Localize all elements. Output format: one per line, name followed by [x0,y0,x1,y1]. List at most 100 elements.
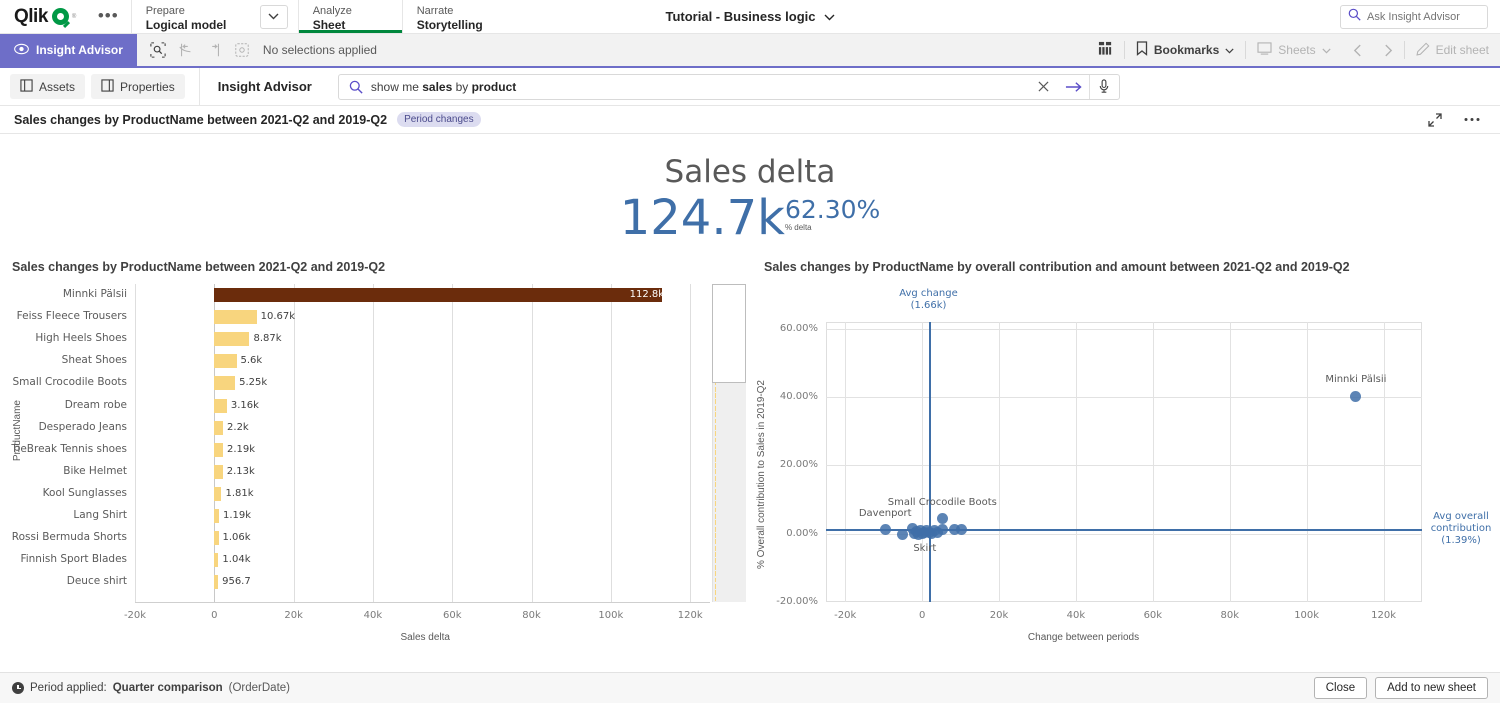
bar-category-label[interactable]: Rossi Bermuda Shorts [12,531,127,543]
nav-prepare-sup: Prepare [146,5,246,18]
clear-selections-icon[interactable] [229,37,255,63]
scrollbar-mini-bar [715,533,716,538]
nav-analyze-main: Sheet [313,18,384,32]
gridline [135,284,136,602]
scrollbar-mini-bar [715,552,716,557]
x-tick-label: 0 [211,610,217,621]
gridline [611,284,612,602]
arrow-right-icon[interactable] [1059,75,1089,99]
nav-section-prepare[interactable]: Prepare Logical model [132,2,250,32]
scatter-chart-panel: Sales changes by ProductName by overall … [752,260,1500,650]
bar-category-label[interactable]: Desperado Jeans [39,421,127,433]
properties-button[interactable]: Properties [91,74,185,99]
bar[interactable] [214,288,661,302]
bar-value-label: 1.04k [222,554,250,565]
bar-chart-scrollbar-thumb[interactable] [712,284,746,383]
bar-value-label: 5.6k [241,355,263,366]
selection-tool-icon[interactable] [145,37,171,63]
expand-icon[interactable] [1422,113,1448,127]
scatter-chart-plot[interactable]: -20.00%0.00%20.00%40.00%60.00%-20k020k40… [752,280,1500,650]
bar-category-label[interactable]: Sheat Shoes [62,354,127,366]
bar-chart-plot[interactable]: ProductName-20k020k40k60k80k100k120kSale… [0,280,752,650]
bar-value-label: 2.13k [227,466,255,477]
bar[interactable] [214,443,223,457]
bar-category-label[interactable]: Deuce shirt [67,575,127,587]
bar[interactable] [214,553,218,567]
bar-category-label[interactable]: Finnish Sport Blades [20,553,127,565]
edit-sheet-button[interactable]: Edit sheet [1405,34,1500,66]
scrollbar-mini-bar [715,495,716,500]
bar[interactable] [214,376,235,390]
nav-section-narrate[interactable]: Narrate Storytelling [402,0,506,33]
scrollbar-mini-bar [715,457,716,462]
assets-button[interactable]: Assets [10,74,85,99]
bar-category-label[interactable]: Small Crocodile Boots [13,376,127,388]
search-input[interactable] [1367,11,1480,23]
scrollbar-mini-bar [715,539,716,544]
natural-language-search-bar[interactable]: show me sales by product [338,74,1120,100]
clock-icon [12,682,24,694]
bar[interactable] [214,509,219,523]
step-forward-icon[interactable] [201,37,227,63]
gridline [1230,322,1231,602]
bar-value-label: 1.19k [223,510,251,521]
add-to-new-sheet-button[interactable]: Add to new sheet [1375,677,1488,699]
bar[interactable] [214,310,256,324]
bar-category-label[interactable]: High Heels Shoes [35,332,127,344]
close-icon[interactable] [1029,75,1059,99]
bar-value-label: 5.25k [239,377,267,388]
close-button[interactable]: Close [1314,677,1367,699]
bar-category-label[interactable]: Dream robe [65,399,127,411]
scatter-point[interactable] [937,524,948,535]
bar[interactable] [214,332,249,346]
sheet-grid-button[interactable] [1087,34,1124,66]
overflow-menu-icon[interactable]: ••• [86,0,131,33]
qlik-logo[interactable]: Qlik® [0,0,86,33]
scrollbar-mini-bar [715,399,716,404]
microphone-icon[interactable] [1089,75,1119,99]
scatter-point[interactable] [897,529,908,540]
bar[interactable] [214,354,236,368]
bookmarks-button[interactable]: Bookmarks [1125,34,1245,66]
more-options-icon[interactable] [1458,117,1486,122]
x-tick-label: 100k [1294,610,1319,621]
x-tick-label: 80k [522,610,541,621]
bar-category-label[interactable]: Minnki Pälsii [63,288,127,300]
bar-category-label[interactable]: Bike Helmet [63,465,127,477]
ask-insight-advisor-search[interactable] [1340,5,1488,29]
step-back-icon[interactable] [173,37,199,63]
bar[interactable] [214,487,221,501]
query-dimension: product [472,80,517,94]
sheets-chevron-down-icon [1322,43,1331,57]
query-measure: sales [422,80,452,94]
bar-category-label[interactable]: TieBreak Tennis shoes [11,443,127,455]
footer-buttons: Close Add to new sheet [1314,677,1488,699]
previous-sheet-button[interactable] [1342,34,1373,66]
scatter-point[interactable] [956,524,967,535]
scrollbar-mini-bar [715,514,716,519]
bar[interactable] [214,575,218,589]
sheets-button[interactable]: Sheets [1246,34,1341,66]
natural-language-query-text[interactable]: show me sales by product [371,80,1029,94]
bar-category-label[interactable]: Feiss Fleece Trousers [17,310,127,322]
avg-contrib-line2: contribution [1431,523,1492,534]
scrollbar-mini-bar [715,501,716,506]
scrollbar-mini-bar [715,571,716,576]
nav-section-analyze[interactable]: Analyze Sheet [298,0,402,33]
x-tick-label: -20k [834,610,856,621]
query-mid: by [452,80,471,94]
bar-category-label[interactable]: Lang Shirt [73,509,127,521]
gridline [826,397,1422,398]
bar-category-label[interactable]: Kool Sunglasses [43,487,127,499]
y-tick-label: -20.00% [770,596,818,607]
next-sheet-button[interactable] [1373,34,1404,66]
avg-change-line2: (1.66k) [911,300,947,311]
chevron-down-icon[interactable] [260,5,288,29]
bar[interactable] [214,399,227,413]
bar[interactable] [214,531,218,545]
app-title-chevron-down-icon[interactable] [824,9,835,24]
bar[interactable] [214,465,222,479]
bar[interactable] [214,421,223,435]
insight-advisor-button[interactable]: Insight Advisor [0,34,137,66]
scatter-point[interactable] [937,513,948,524]
